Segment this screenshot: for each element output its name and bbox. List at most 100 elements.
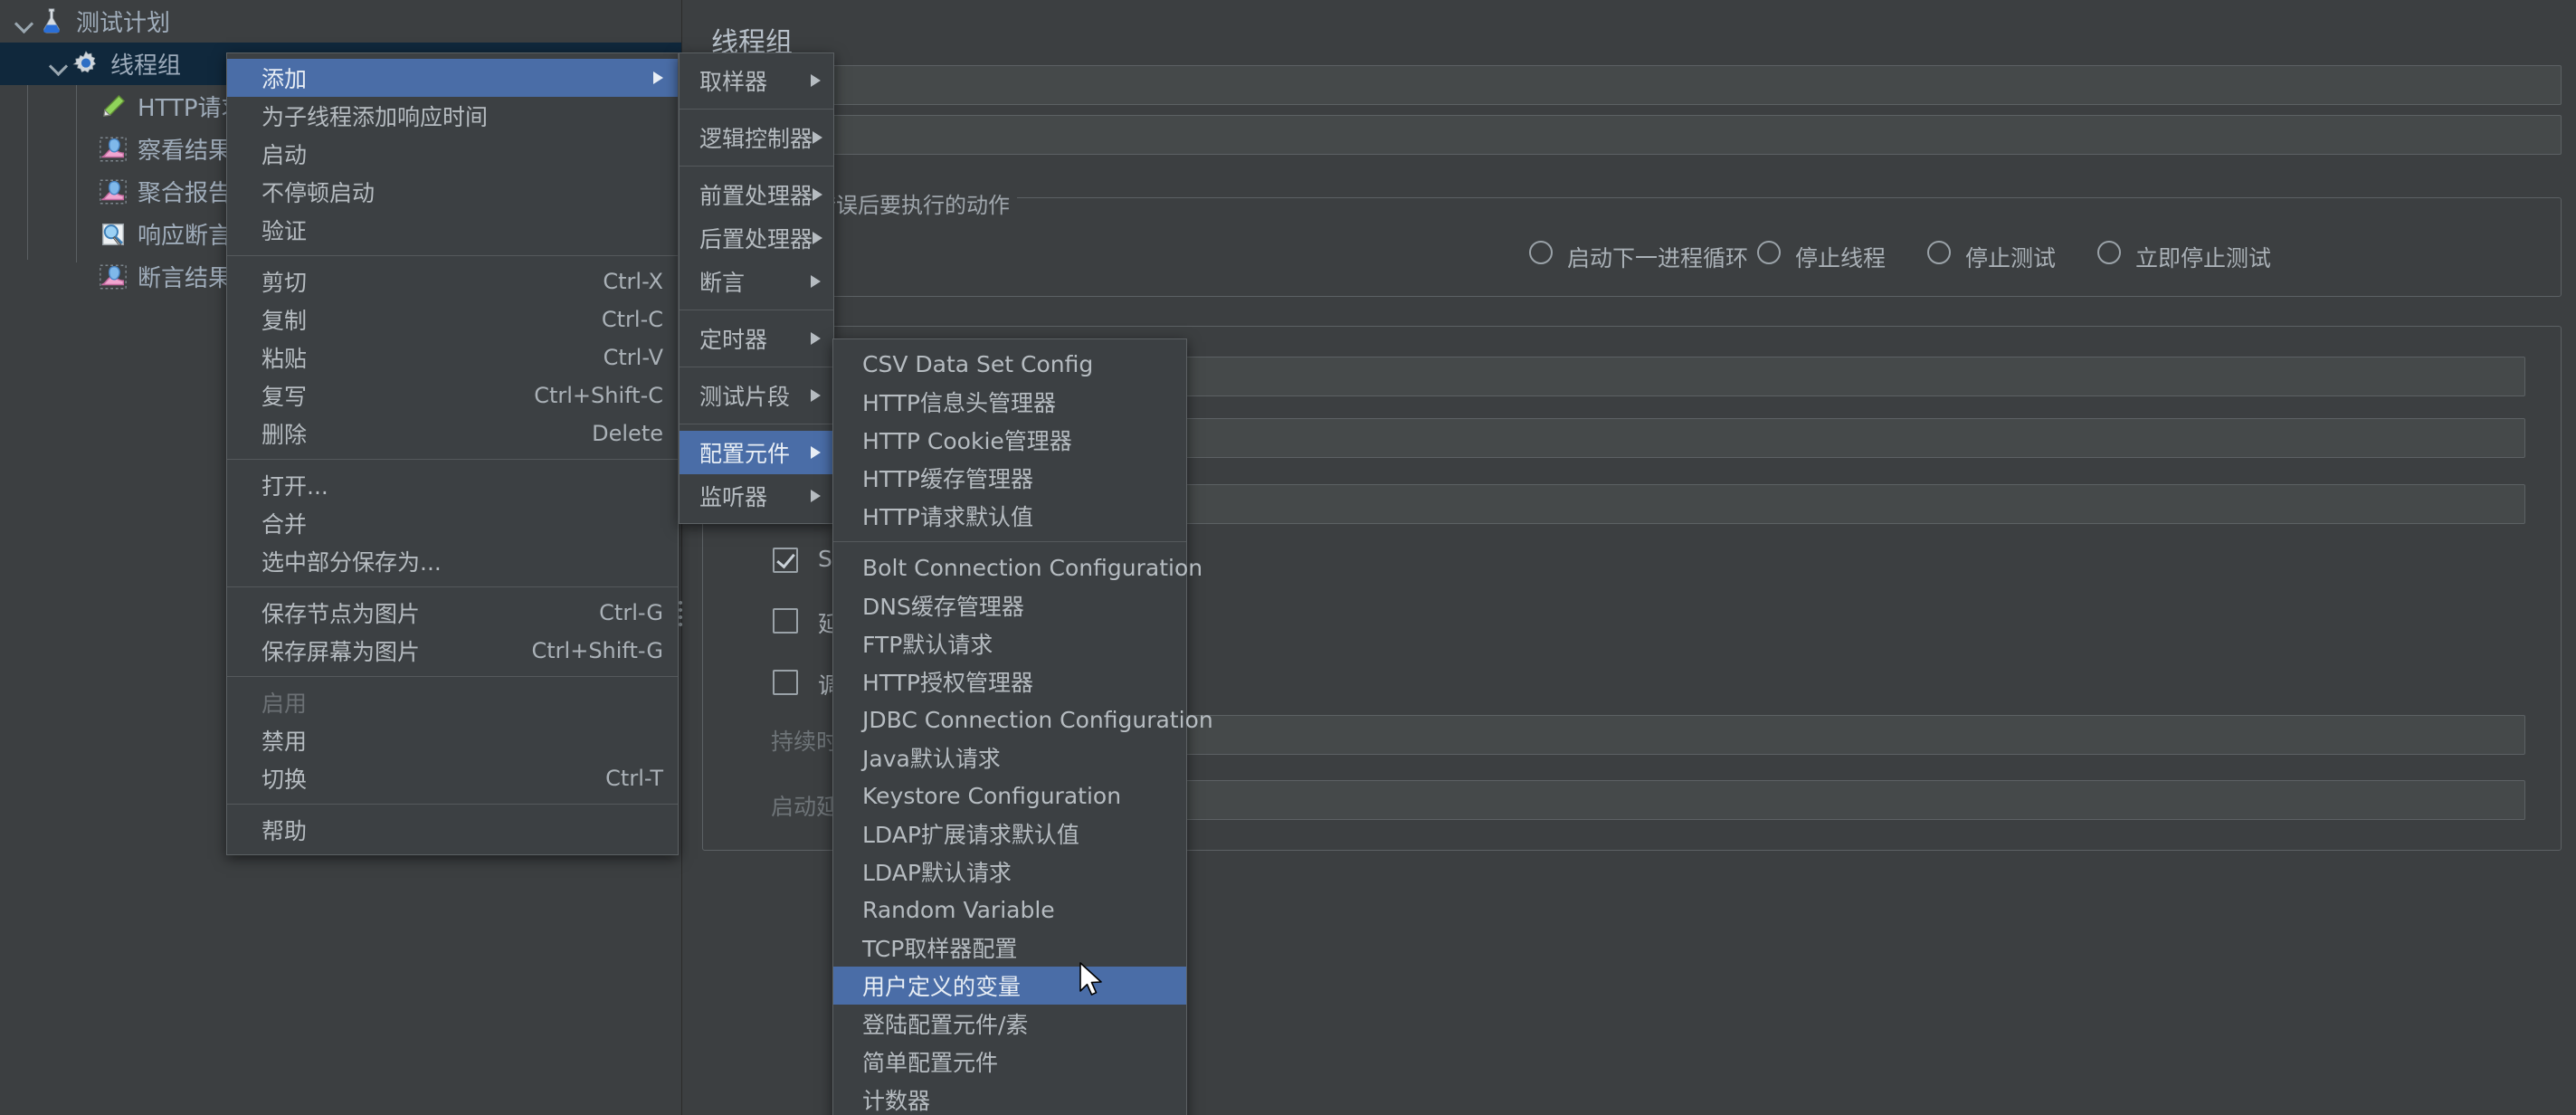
- menu-item[interactable]: 用户定义的变量: [833, 967, 1186, 1005]
- menu-item[interactable]: 剪切 Ctrl-X: [227, 262, 678, 300]
- menu-item[interactable]: 监听器: [680, 474, 833, 518]
- add-submenu[interactable]: 取样器逻辑控制器前置处理器后置处理器断言定时器测试片段配置元件 监听器: [679, 52, 834, 524]
- menu-item-label: DNS缓存管理器: [862, 594, 1024, 620]
- menu-item[interactable]: 保存节点为图片 Ctrl-G: [227, 594, 678, 632]
- loop-count-input[interactable]: [1019, 484, 2525, 524]
- menu-item-label: Random Variable: [862, 896, 1055, 923]
- tree-node-context-menu[interactable]: 添加 为子线程添加响应时间 启动 不停顿启动验证剪切 Ctrl-X 复制 Ctrl-C 粘贴 C…: [226, 52, 679, 855]
- tree-node-label: 响应断言: [138, 223, 233, 250]
- radio-stop-test[interactable]: [1927, 241, 1951, 264]
- menu-item[interactable]: HTTP缓存管理器: [833, 459, 1186, 497]
- menu-item-label: HTTP信息头管理器: [862, 390, 1056, 416]
- menu-item[interactable]: JDBC Connection Configuration: [833, 700, 1213, 739]
- radio-start-next-loop[interactable]: [1529, 241, 1553, 264]
- menu-item[interactable]: 断言: [680, 260, 833, 303]
- chevron-down-icon[interactable]: [13, 10, 36, 33]
- tree-node-label: 断言结果: [138, 265, 233, 292]
- comment-input[interactable]: [811, 115, 2562, 155]
- tree-node-label: 聚合报告: [138, 180, 233, 207]
- menu-item-shortcut: Ctrl-X: [603, 269, 663, 294]
- menu-item[interactable]: 禁用: [227, 721, 678, 759]
- thread-group-gear-icon: [71, 49, 101, 80]
- menu-item[interactable]: 打开...: [227, 466, 678, 504]
- menu-item[interactable]: HTTP请求默认值: [833, 497, 1186, 535]
- menu-item-shortcut: Ctrl-G: [599, 600, 663, 625]
- config-element-submenu[interactable]: CSV Data Set Config HTTP信息头管理器 HTTP Cookie…: [832, 338, 1213, 1115]
- menu-item[interactable]: 测试片段: [680, 374, 833, 417]
- menu-item[interactable]: 合并: [227, 504, 678, 542]
- chevron-right-icon: [811, 389, 821, 402]
- menu-item[interactable]: 删除 Delete: [227, 415, 678, 453]
- menu-item[interactable]: 计数器: [833, 1081, 1186, 1115]
- menu-item[interactable]: Keystore Configuration: [833, 777, 1186, 815]
- menu-item[interactable]: 取样器: [680, 59, 833, 102]
- startup-delay-input[interactable]: [1019, 780, 2525, 820]
- menu-item-label: HTTP请求默认值: [862, 504, 1033, 530]
- menu-item[interactable]: HTTP授权管理器: [833, 662, 1186, 700]
- menu-item[interactable]: 添加: [227, 59, 678, 97]
- response-assertion-icon: [98, 219, 128, 250]
- menu-item[interactable]: 验证: [227, 211, 678, 249]
- checkbox-scheduler[interactable]: [773, 670, 798, 695]
- chevron-down-icon[interactable]: [47, 52, 71, 76]
- menu-item[interactable]: 前置处理器: [680, 173, 833, 216]
- menu-item[interactable]: 帮助: [227, 811, 678, 849]
- menu-item[interactable]: 切换 Ctrl-T: [227, 759, 678, 797]
- menu-item[interactable]: HTTP Cookie管理器: [833, 421, 1186, 459]
- menu-item[interactable]: 配置元件: [680, 431, 833, 474]
- ramp-up-input[interactable]: [1019, 418, 2525, 458]
- menu-item[interactable]: 后置处理器: [680, 216, 833, 260]
- menu-item-shortcut: Ctrl-C: [601, 307, 663, 332]
- menu-item[interactable]: Java默认请求: [833, 739, 1186, 777]
- menu-item[interactable]: CSV Data Set Config: [833, 345, 1186, 383]
- http-request-pen-icon: [98, 91, 128, 122]
- menu-item[interactable]: HTTP信息头管理器: [833, 383, 1186, 421]
- menu-item[interactable]: 复制 Ctrl-C: [227, 300, 678, 338]
- checkbox-same-user[interactable]: [773, 548, 798, 573]
- chevron-right-icon: [811, 74, 821, 87]
- menu-item-label: HTTP Cookie管理器: [862, 428, 1072, 454]
- menu-item[interactable]: 启动: [227, 135, 678, 173]
- menu-item-label: 断言: [699, 270, 746, 296]
- menu-item[interactable]: 选中部分保存为...: [227, 542, 678, 580]
- menu-item-label: 后置处理器: [699, 226, 813, 253]
- menu-item[interactable]: 保存屏幕为图片 Ctrl+Shift-G: [227, 632, 678, 670]
- menu-item-shortcut: Delete: [592, 421, 663, 446]
- menu-item[interactable]: 逻辑控制器: [680, 116, 833, 159]
- menu-item[interactable]: LDAP扩展请求默认值: [833, 815, 1186, 853]
- menu-item[interactable]: FTP默认请求: [833, 624, 1186, 662]
- radio-stop-test-now[interactable]: [2097, 241, 2121, 264]
- duration-input[interactable]: [1019, 715, 2525, 755]
- menu-item-label: 前置处理器: [699, 183, 813, 209]
- menu-separator: [680, 166, 833, 167]
- tree-node-test-plan[interactable]: 测试计划: [0, 0, 681, 43]
- menu-item[interactable]: LDAP默认请求: [833, 853, 1186, 891]
- menu-item[interactable]: 复写 Ctrl+Shift-C: [227, 376, 678, 415]
- menu-item-shortcut: Ctrl-T: [605, 766, 663, 791]
- menu-item[interactable]: Random Variable: [833, 891, 1186, 929]
- menu-item-label: 验证: [261, 218, 308, 244]
- menu-item[interactable]: 粘贴 Ctrl-V: [227, 338, 678, 376]
- menu-item[interactable]: DNS缓存管理器: [833, 586, 1186, 624]
- thread-count-input[interactable]: [1019, 357, 2525, 396]
- menu-item[interactable]: Bolt Connection Configuration: [833, 548, 1202, 586]
- test-plan-flask-icon: [36, 6, 67, 37]
- name-input[interactable]: [811, 65, 2562, 105]
- chevron-right-icon: [813, 188, 823, 201]
- menu-item[interactable]: 不停顿启动: [227, 173, 678, 211]
- menu-item-label: HTTP授权管理器: [862, 670, 1033, 696]
- menu-item[interactable]: 为子线程添加响应时间: [227, 97, 678, 135]
- menu-item[interactable]: 登陆配置元件/素: [833, 1005, 1186, 1043]
- menu-item-label: 启用: [261, 691, 308, 717]
- menu-item-label: 测试片段: [699, 384, 791, 410]
- menu-item[interactable]: 简单配置元件: [833, 1043, 1186, 1081]
- radio-stop-thread[interactable]: [1757, 241, 1781, 264]
- checkbox-delay-thread-creation[interactable]: [773, 608, 798, 634]
- menu-item-label: 计数器: [862, 1088, 931, 1114]
- menu-item[interactable]: 定时器: [680, 317, 833, 360]
- menu-item-shortcut: Ctrl-V: [603, 345, 663, 370]
- menu-item-label: 剪切: [261, 270, 308, 296]
- chevron-right-icon: [813, 131, 823, 144]
- menu-item[interactable]: TCP取样器配置: [833, 929, 1186, 967]
- menu-item-label: 登陆配置元件/素: [862, 1012, 1029, 1038]
